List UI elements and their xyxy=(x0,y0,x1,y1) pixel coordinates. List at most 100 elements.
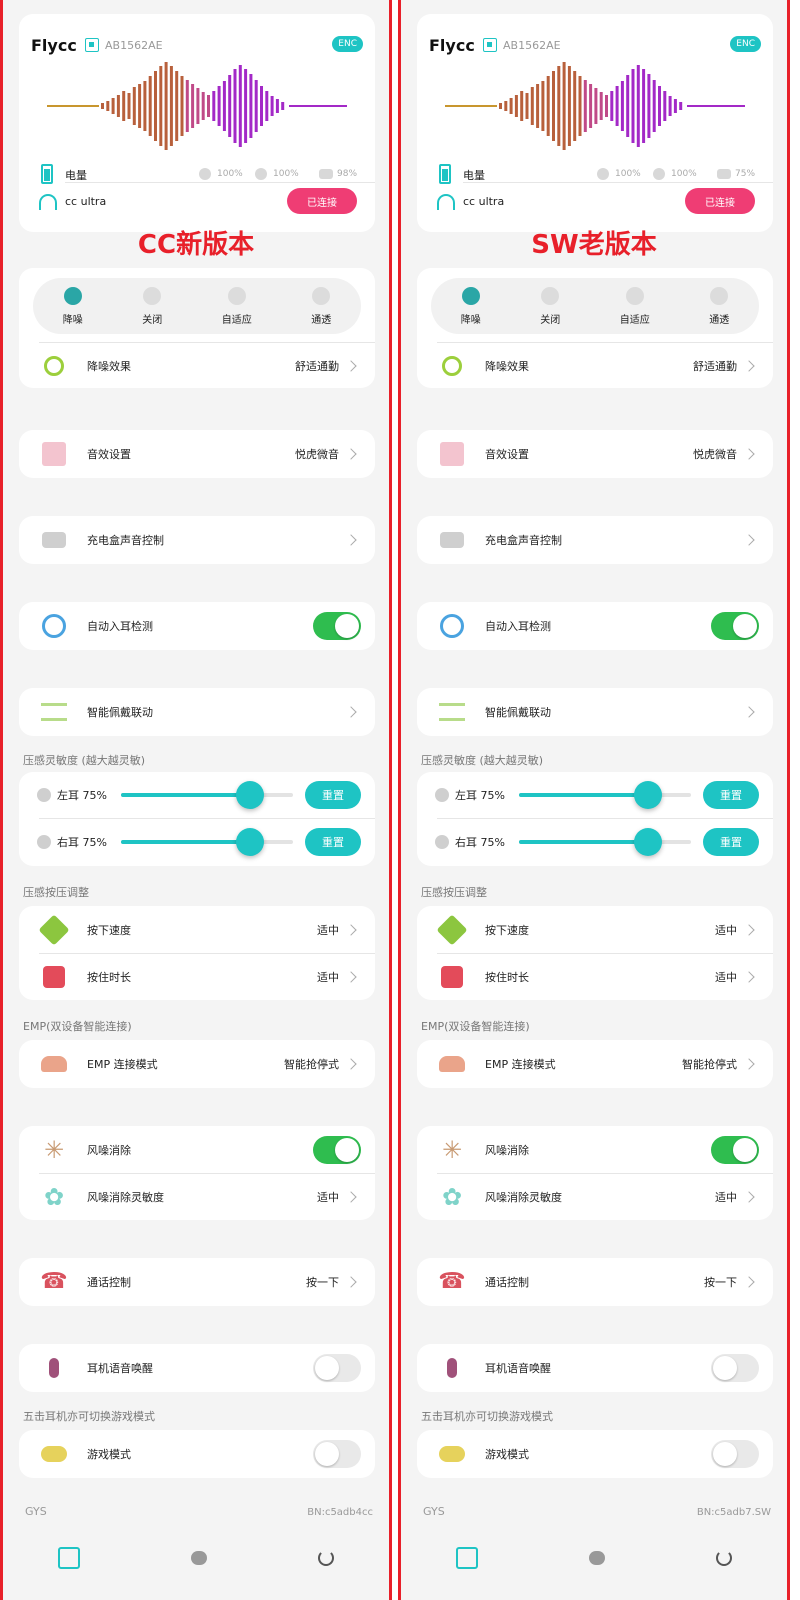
anc-mode-selector: 降噪 关闭 自适应 通透 xyxy=(431,278,759,334)
hold-icon xyxy=(437,962,467,992)
mode-adaptive[interactable]: 自适应 xyxy=(620,286,650,326)
tab-home[interactable] xyxy=(456,1546,479,1569)
emp-card: EMP 连接模式 智能抢停式 xyxy=(19,1040,375,1088)
hold-time-row[interactable]: 按住时长 适中 xyxy=(417,953,773,1001)
wave-bar xyxy=(254,80,258,132)
pinwheel-icon xyxy=(38,914,70,946)
press-speed-row[interactable]: 按下速度 适中 xyxy=(417,906,773,954)
wind-sensitivity-row[interactable]: ✿ 风噪消除灵敏度 适中 xyxy=(19,1173,375,1221)
gamepad-icon xyxy=(437,1439,467,1469)
wave-bar xyxy=(578,76,582,136)
voice-label: 耳机语音唤醒 xyxy=(87,1362,153,1375)
wind-noise-toggle[interactable] xyxy=(711,1136,759,1164)
anc-effect-row[interactable]: 降噪效果 舒适通勤 xyxy=(19,342,375,390)
music-icon xyxy=(39,439,69,469)
in-ear-toggle[interactable] xyxy=(711,612,759,640)
target-icon xyxy=(437,611,467,641)
battery-left: 100% xyxy=(217,169,243,179)
tab-paw[interactable] xyxy=(190,1550,207,1565)
tab-sync[interactable] xyxy=(317,1549,334,1566)
game-mode-toggle[interactable] xyxy=(313,1440,361,1468)
in-ear-label: 自动入耳检测 xyxy=(485,620,551,633)
right-ear-slider[interactable] xyxy=(519,828,691,856)
wave-bar xyxy=(541,81,545,131)
mode-adaptive[interactable]: 自适应 xyxy=(222,286,252,326)
in-ear-toggle[interactable] xyxy=(313,612,361,640)
mode-off[interactable]: 关闭 xyxy=(142,286,162,326)
connected-button[interactable]: 已连接 xyxy=(685,188,755,214)
voice-wake-toggle[interactable] xyxy=(711,1354,759,1382)
app-title: Flycc xyxy=(429,36,475,55)
mode-off[interactable]: 关闭 xyxy=(540,286,560,326)
right-ear-slider[interactable] xyxy=(121,828,293,856)
case-sound-row[interactable]: 充电盒声音控制 xyxy=(19,516,375,564)
left-ear-slider[interactable] xyxy=(519,781,691,809)
voice-wake-toggle[interactable] xyxy=(313,1354,361,1382)
game-mode-toggle[interactable] xyxy=(711,1440,759,1468)
emp-row[interactable]: EMP 连接模式 智能抢停式 xyxy=(19,1040,375,1088)
tab-paw[interactable] xyxy=(588,1550,605,1565)
wind-sensitivity-label: 风噪消除灵敏度 xyxy=(87,1191,164,1204)
chevron-right-icon xyxy=(345,448,357,460)
left-reset-button[interactable]: 重置 xyxy=(703,781,759,809)
flower-icon: ✿ xyxy=(43,1183,65,1211)
left-ear-slider-row: 左耳 75% 重置 xyxy=(19,772,375,818)
chevron-right-icon xyxy=(743,1058,755,1070)
press-speed-value: 适中 xyxy=(317,924,339,937)
wave-bar xyxy=(530,87,534,125)
mode-anc[interactable]: 降噪 xyxy=(63,286,83,326)
chevron-right-icon xyxy=(345,1191,357,1203)
slider-thumb[interactable] xyxy=(634,781,662,809)
mode-transparency[interactable]: 通透 xyxy=(311,286,331,326)
smart-wear-row[interactable]: 智能佩戴联动 xyxy=(19,688,375,736)
anc-card: 降噪 关闭 自适应 通透 降噪效果 舒适通勤 xyxy=(417,268,773,388)
wave-bar xyxy=(244,69,248,143)
panel-left: Flycc AB1562AE ENC 电量 100% 100% 98% cc u… xyxy=(0,0,392,1600)
smart-wear-card: 智能佩戴联动 xyxy=(19,688,375,736)
case-sound-card: 充电盒声音控制 xyxy=(19,516,375,564)
slider-thumb[interactable] xyxy=(236,781,264,809)
wave-bar xyxy=(673,99,677,113)
left-reset-button[interactable]: 重置 xyxy=(305,781,361,809)
press-section-title: 压感按压调整 xyxy=(23,886,89,899)
wind-noise-toggle[interactable] xyxy=(313,1136,361,1164)
press-speed-row[interactable]: 按下速度 适中 xyxy=(19,906,375,954)
signal-icon xyxy=(437,351,467,381)
tab-sync[interactable] xyxy=(715,1549,732,1566)
version-caption: CC新版本 xyxy=(137,230,255,260)
wave-bar xyxy=(154,71,157,141)
wave-bar xyxy=(658,86,661,126)
smart-wear-row[interactable]: 智能佩戴联动 xyxy=(417,688,773,736)
call-control-row[interactable]: ☎ 通话控制 按一下 xyxy=(417,1258,773,1306)
call-value: 按一下 xyxy=(306,1276,339,1289)
left-ear-slider[interactable] xyxy=(121,781,293,809)
slider-thumb[interactable] xyxy=(236,828,264,856)
emp-row[interactable]: EMP 连接模式 智能抢停式 xyxy=(417,1040,773,1088)
connected-button[interactable]: 已连接 xyxy=(287,188,357,214)
wind-sensitivity-row[interactable]: ✿ 风噪消除灵敏度 适中 xyxy=(417,1173,773,1221)
case-sound-row[interactable]: 充电盒声音控制 xyxy=(417,516,773,564)
sound-value: 悦虎微音 xyxy=(693,448,737,461)
slider-thumb[interactable] xyxy=(634,828,662,856)
hold-time-row[interactable]: 按住时长 适中 xyxy=(19,953,375,1001)
right-reset-button[interactable]: 重置 xyxy=(305,828,361,856)
wave-bar xyxy=(127,93,131,119)
left-earbud-icon xyxy=(597,168,609,180)
mode-anc[interactable]: 降噪 xyxy=(461,286,481,326)
device-name: cc ultra xyxy=(65,195,107,208)
panel-right: Flycc AB1562AE ENC 电量 100% 100% 75% cc u… xyxy=(398,0,790,1600)
snowflake-icon: ✳ xyxy=(441,1136,463,1164)
tab-home[interactable] xyxy=(58,1546,81,1569)
voice-wake-row: 耳机语音唤醒 xyxy=(417,1344,773,1392)
mode-transparency[interactable]: 通透 xyxy=(709,286,729,326)
wave-bar xyxy=(169,66,173,146)
wind-label: 风噪消除 xyxy=(485,1144,529,1157)
right-reset-button[interactable]: 重置 xyxy=(703,828,759,856)
adaptive-mode-icon xyxy=(625,286,644,305)
sound-settings-row[interactable]: 音效设置 悦虎微音 xyxy=(417,430,773,478)
anc-effect-row[interactable]: 降噪效果 舒适通勤 xyxy=(417,342,773,390)
device-header-card: Flycc AB1562AE ENC 电量 100% 100% 98% cc u… xyxy=(19,14,375,232)
sound-settings-row[interactable]: 音效设置 悦虎微音 xyxy=(19,430,375,478)
call-control-row[interactable]: ☎ 通话控制 按一下 xyxy=(19,1258,375,1306)
wave-bar xyxy=(615,86,619,126)
